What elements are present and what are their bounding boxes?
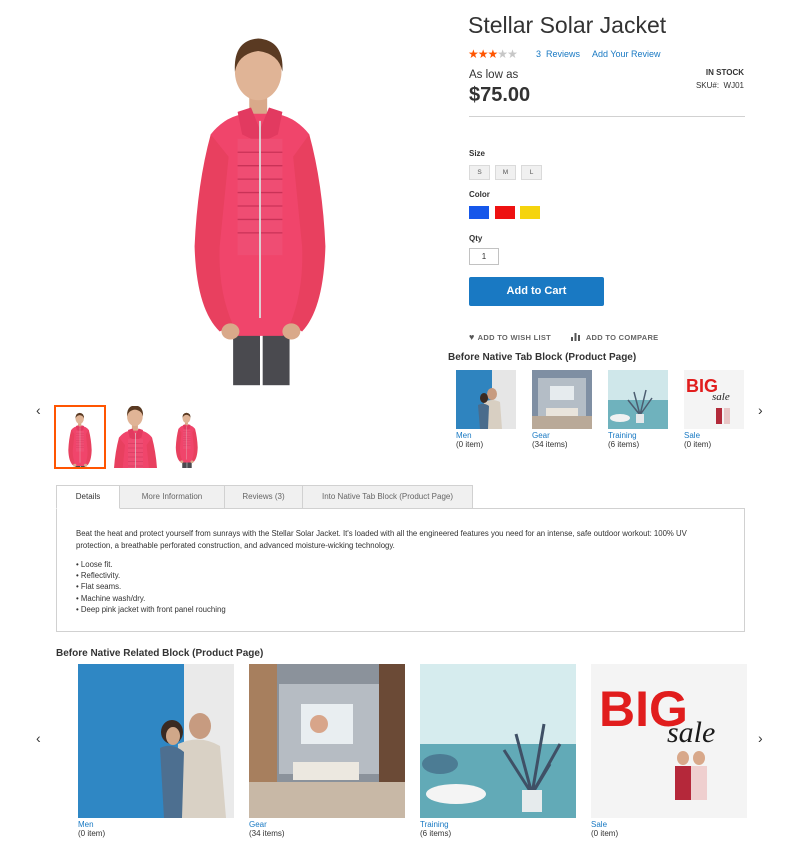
product-main-image[interactable] xyxy=(148,8,372,404)
sale-word-text: sale xyxy=(667,716,715,749)
color-swatch-red[interactable] xyxy=(495,206,515,219)
sku-value: WJ01 xyxy=(723,81,744,90)
sale-word-text: sale xyxy=(712,391,730,403)
category-image-training[interactable] xyxy=(608,370,668,429)
category-card-training[interactable]: Training (6 items) xyxy=(608,370,668,449)
sku-label: SKU#: xyxy=(695,81,720,90)
feature-list: • Loose fit. • Reflectivity. • Flat seam… xyxy=(76,559,725,615)
category-count: (0 item) xyxy=(591,829,619,838)
heart-icon: ♥ xyxy=(469,332,475,342)
color-swatch-blue[interactable] xyxy=(469,206,489,219)
product-description: Beat the heat and protect yourself from … xyxy=(76,529,687,550)
category-image-gear[interactable] xyxy=(532,370,592,429)
category-card-men[interactable]: Men (0 item) xyxy=(456,370,516,449)
related-block-title: Before Native Related Block (Product Pag… xyxy=(56,648,264,659)
rating-stars: ★★★★★ xyxy=(468,47,518,61)
category-name[interactable]: Gear xyxy=(249,820,405,829)
category-count: (6 items) xyxy=(420,829,452,838)
category-count: (34 items) xyxy=(532,440,568,449)
feature-item: • Reflectivity. xyxy=(76,571,121,581)
related-tab-next-icon[interactable]: › xyxy=(758,403,763,417)
compare-label: ADD TO COMPARE xyxy=(585,333,659,342)
category-name[interactable]: Sale xyxy=(684,431,744,440)
details-panel: Beat the heat and protect yourself from … xyxy=(56,508,745,632)
category-card-sale[interactable]: BIG sale Sale (0 item) xyxy=(684,370,744,449)
category-count: (6 items) xyxy=(608,440,640,449)
reviews-count: 3 xyxy=(536,49,542,59)
feature-item: • Machine wash/dry. xyxy=(76,593,146,603)
tab-reviews[interactable]: Reviews (3) xyxy=(224,485,303,509)
color-swatch-yellow[interactable] xyxy=(520,206,540,219)
qty-input[interactable]: 1 xyxy=(469,248,499,265)
category-count: (0 item) xyxy=(78,829,106,838)
star-icon: ★ xyxy=(497,47,508,61)
related-image-sale[interactable]: BIG sale xyxy=(591,664,747,818)
size-option-l[interactable]: L xyxy=(521,165,542,180)
add-to-wishlist-link[interactable]: ♥ ADD TO WISH LIST xyxy=(469,332,551,342)
related-card-men[interactable]: Men (0 item) xyxy=(78,664,234,838)
related-card-training[interactable]: Training (6 items) xyxy=(420,664,576,838)
product-title: Stellar Solar Jacket xyxy=(468,12,667,38)
category-count: (0 item) xyxy=(456,440,484,449)
tab-details[interactable]: Details xyxy=(56,485,120,509)
category-image-sale[interactable]: BIG sale xyxy=(684,370,744,429)
bar-chart-icon xyxy=(571,332,583,342)
related-card-gear[interactable]: Gear (34 items) xyxy=(249,664,405,838)
add-review-link[interactable]: Add Your Review xyxy=(592,49,661,59)
tab-block-title: Before Native Tab Block (Product Page) xyxy=(448,352,637,363)
category-name[interactable]: Training xyxy=(608,431,668,440)
related-next-icon[interactable]: › xyxy=(758,731,763,745)
stock-status: IN STOCK xyxy=(705,68,744,77)
product-sku: SKU#: WJ01 xyxy=(696,81,744,90)
category-name[interactable]: Gear xyxy=(532,431,592,440)
related-image-gear[interactable] xyxy=(249,664,405,818)
category-name[interactable]: Men xyxy=(78,820,234,829)
reviews-link[interactable]: 3 Reviews xyxy=(536,49,580,59)
price-prefix: As low as xyxy=(469,69,519,81)
size-option-s[interactable]: S xyxy=(469,165,490,180)
feature-item: • Flat seams. xyxy=(76,582,122,592)
feature-item: • Deep pink jacket with front panel rouc… xyxy=(76,604,226,614)
category-card-gear[interactable]: Gear (34 items) xyxy=(532,370,592,449)
star-icon: ★ xyxy=(477,47,489,61)
star-icon: ★ xyxy=(507,47,518,61)
category-name[interactable]: Training xyxy=(420,820,576,829)
category-image-men[interactable] xyxy=(456,370,516,429)
feature-item: • Loose fit. xyxy=(76,560,113,569)
reviews-word: Reviews xyxy=(546,49,581,59)
tab-native-tab-block[interactable]: Into Native Tab Block (Product Page) xyxy=(302,485,473,509)
gallery-thumbnail[interactable] xyxy=(110,406,160,468)
add-to-compare-link[interactable]: ADD TO COMPARE xyxy=(571,332,659,342)
size-option-m[interactable]: M xyxy=(495,165,516,180)
related-card-sale[interactable]: BIG sale Sale (0 item) xyxy=(591,664,747,838)
gallery-thumbnail[interactable] xyxy=(54,405,106,469)
category-count: (34 items) xyxy=(249,829,285,838)
related-image-training[interactable] xyxy=(420,664,576,818)
category-name[interactable]: Sale xyxy=(591,820,747,829)
tab-more-information[interactable]: More Information xyxy=(119,485,225,509)
color-label: Color xyxy=(469,190,490,199)
related-prev-icon[interactable]: ‹ xyxy=(36,731,41,745)
size-label: Size xyxy=(469,149,486,158)
product-price: $75.00 xyxy=(469,84,531,106)
star-icon: ★ xyxy=(468,47,479,61)
related-image-men[interactable] xyxy=(78,664,234,818)
gallery-thumbnail[interactable] xyxy=(160,406,210,468)
category-name[interactable]: Men xyxy=(456,431,516,440)
qty-label: Qty xyxy=(469,234,483,243)
add-to-cart-button[interactable]: Add to Cart xyxy=(469,277,604,306)
divider xyxy=(469,116,745,117)
wishlist-label: ADD TO WISH LIST xyxy=(477,333,552,342)
gallery-prev-icon[interactable]: ‹ xyxy=(36,403,41,417)
star-icon: ★ xyxy=(487,47,499,61)
category-count: (0 item) xyxy=(684,440,712,449)
